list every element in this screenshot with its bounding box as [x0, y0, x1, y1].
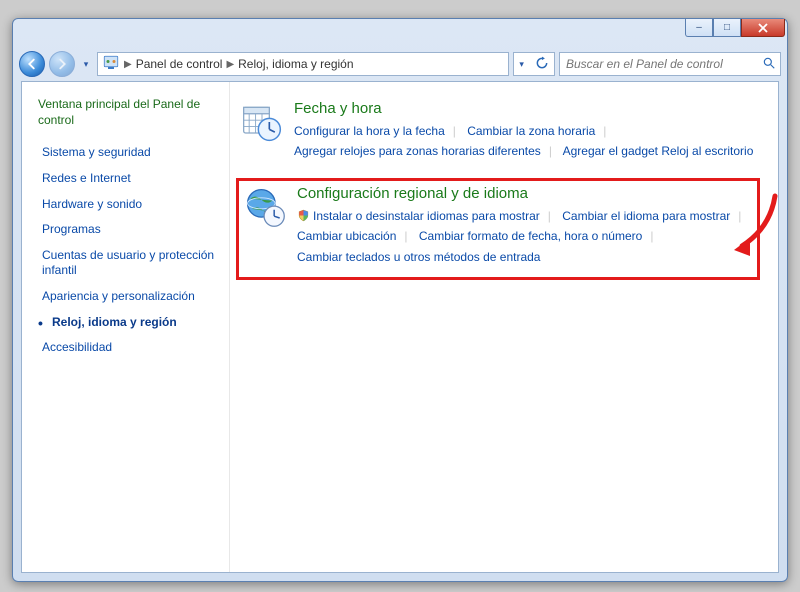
task-link[interactable]: Configurar la hora y la fecha	[294, 124, 445, 138]
category-body: Configuración regional y de idioma Instal…	[297, 185, 753, 267]
task-list: Configurar la hora y la fecha| Cambiar l…	[294, 121, 756, 162]
back-button[interactable]	[19, 51, 45, 77]
category-title[interactable]: Fecha y hora	[294, 100, 756, 117]
breadcrumb-sep-icon[interactable]: ▶	[124, 59, 132, 70]
task-separator: |	[445, 124, 464, 138]
refresh-icon	[535, 56, 549, 73]
category-row: Configuración regional y de idioma Instal…	[236, 178, 760, 280]
refresh-dropdown[interactable]: ▾	[513, 52, 555, 76]
maximize-button[interactable]: □	[713, 19, 741, 37]
globe-clock-icon	[243, 185, 287, 229]
breadcrumb-current[interactable]: Reloj, idioma y región	[238, 57, 353, 71]
task-link[interactable]: Cambiar formato de fecha, hora o número	[419, 229, 642, 243]
sidebar-item[interactable]: Hardware y sonido	[38, 192, 219, 218]
search-input[interactable]	[564, 56, 762, 72]
task-link[interactable]: Agregar relojes para zonas horarias dife…	[294, 144, 541, 158]
navigation-bar: ▾ ▶ Panel de control ▶ Reloj, idioma y r…	[13, 47, 787, 81]
control-panel-window: – □ ▾ ▶ Panel de control ▶ Reloj, idioma…	[12, 18, 788, 582]
task-separator: |	[396, 229, 415, 243]
search-box[interactable]	[559, 52, 781, 76]
category-title[interactable]: Configuración regional y de idioma	[297, 185, 753, 202]
forward-button[interactable]	[49, 51, 75, 77]
task-link[interactable]: Cambiar el idioma para mostrar	[562, 209, 730, 223]
close-button[interactable]	[741, 19, 785, 37]
control-panel-home-link[interactable]: Ventana principal del Panel de control	[38, 96, 219, 128]
minimize-button[interactable]: –	[685, 19, 713, 37]
task-link[interactable]: Cambiar la zona horaria	[467, 124, 595, 138]
control-panel-icon	[102, 54, 120, 75]
task-separator: |	[540, 209, 559, 223]
category-body: Fecha y hora Configurar la hora y la fech…	[294, 100, 756, 162]
task-link[interactable]: Instalar o desinstalar idiomas para most…	[297, 209, 540, 223]
sidebar-item[interactable]: Sistema y seguridad	[38, 140, 219, 166]
task-link[interactable]: Cambiar teclados u otros métodos de entr…	[297, 250, 540, 264]
task-separator: |	[642, 229, 661, 243]
sidebar-item[interactable]: Cuentas de usuario y protección infantil	[38, 243, 219, 284]
sidebar: Ventana principal del Panel de control S…	[22, 82, 230, 572]
search-icon	[762, 56, 776, 73]
task-separator: |	[730, 209, 749, 223]
address-bar[interactable]: ▶ Panel de control ▶ Reloj, idioma y reg…	[97, 52, 509, 76]
task-list: Instalar o desinstalar idiomas para most…	[297, 206, 753, 267]
nav-history-dropdown[interactable]: ▾	[79, 54, 93, 74]
sidebar-item[interactable]: Apariencia y personalización	[38, 284, 219, 310]
main-panel: Fecha y hora Configurar la hora y la fech…	[230, 82, 778, 572]
titlebar: – □	[13, 19, 787, 47]
sidebar-item[interactable]: Reloj, idioma y región	[38, 310, 219, 336]
chevron-down-icon: ▾	[519, 59, 524, 70]
task-separator: |	[541, 144, 560, 158]
task-link[interactable]: Agregar el gadget Reloj al escritorio	[563, 144, 754, 158]
sidebar-item[interactable]: Accesibilidad	[38, 335, 219, 361]
content-area: Ventana principal del Panel de control S…	[21, 81, 779, 573]
breadcrumb-sep-icon[interactable]: ▶	[226, 59, 234, 70]
uac-shield-icon	[297, 208, 310, 221]
breadcrumb-root[interactable]: Panel de control	[136, 57, 223, 71]
task-link[interactable]: Cambiar ubicación	[297, 229, 396, 243]
category-row: Fecha y hora Configurar la hora y la fech…	[236, 94, 760, 176]
clock-calendar-icon	[240, 100, 284, 144]
sidebar-item[interactable]: Redes e Internet	[38, 166, 219, 192]
sidebar-item[interactable]: Programas	[38, 217, 219, 243]
task-separator: |	[595, 124, 614, 138]
